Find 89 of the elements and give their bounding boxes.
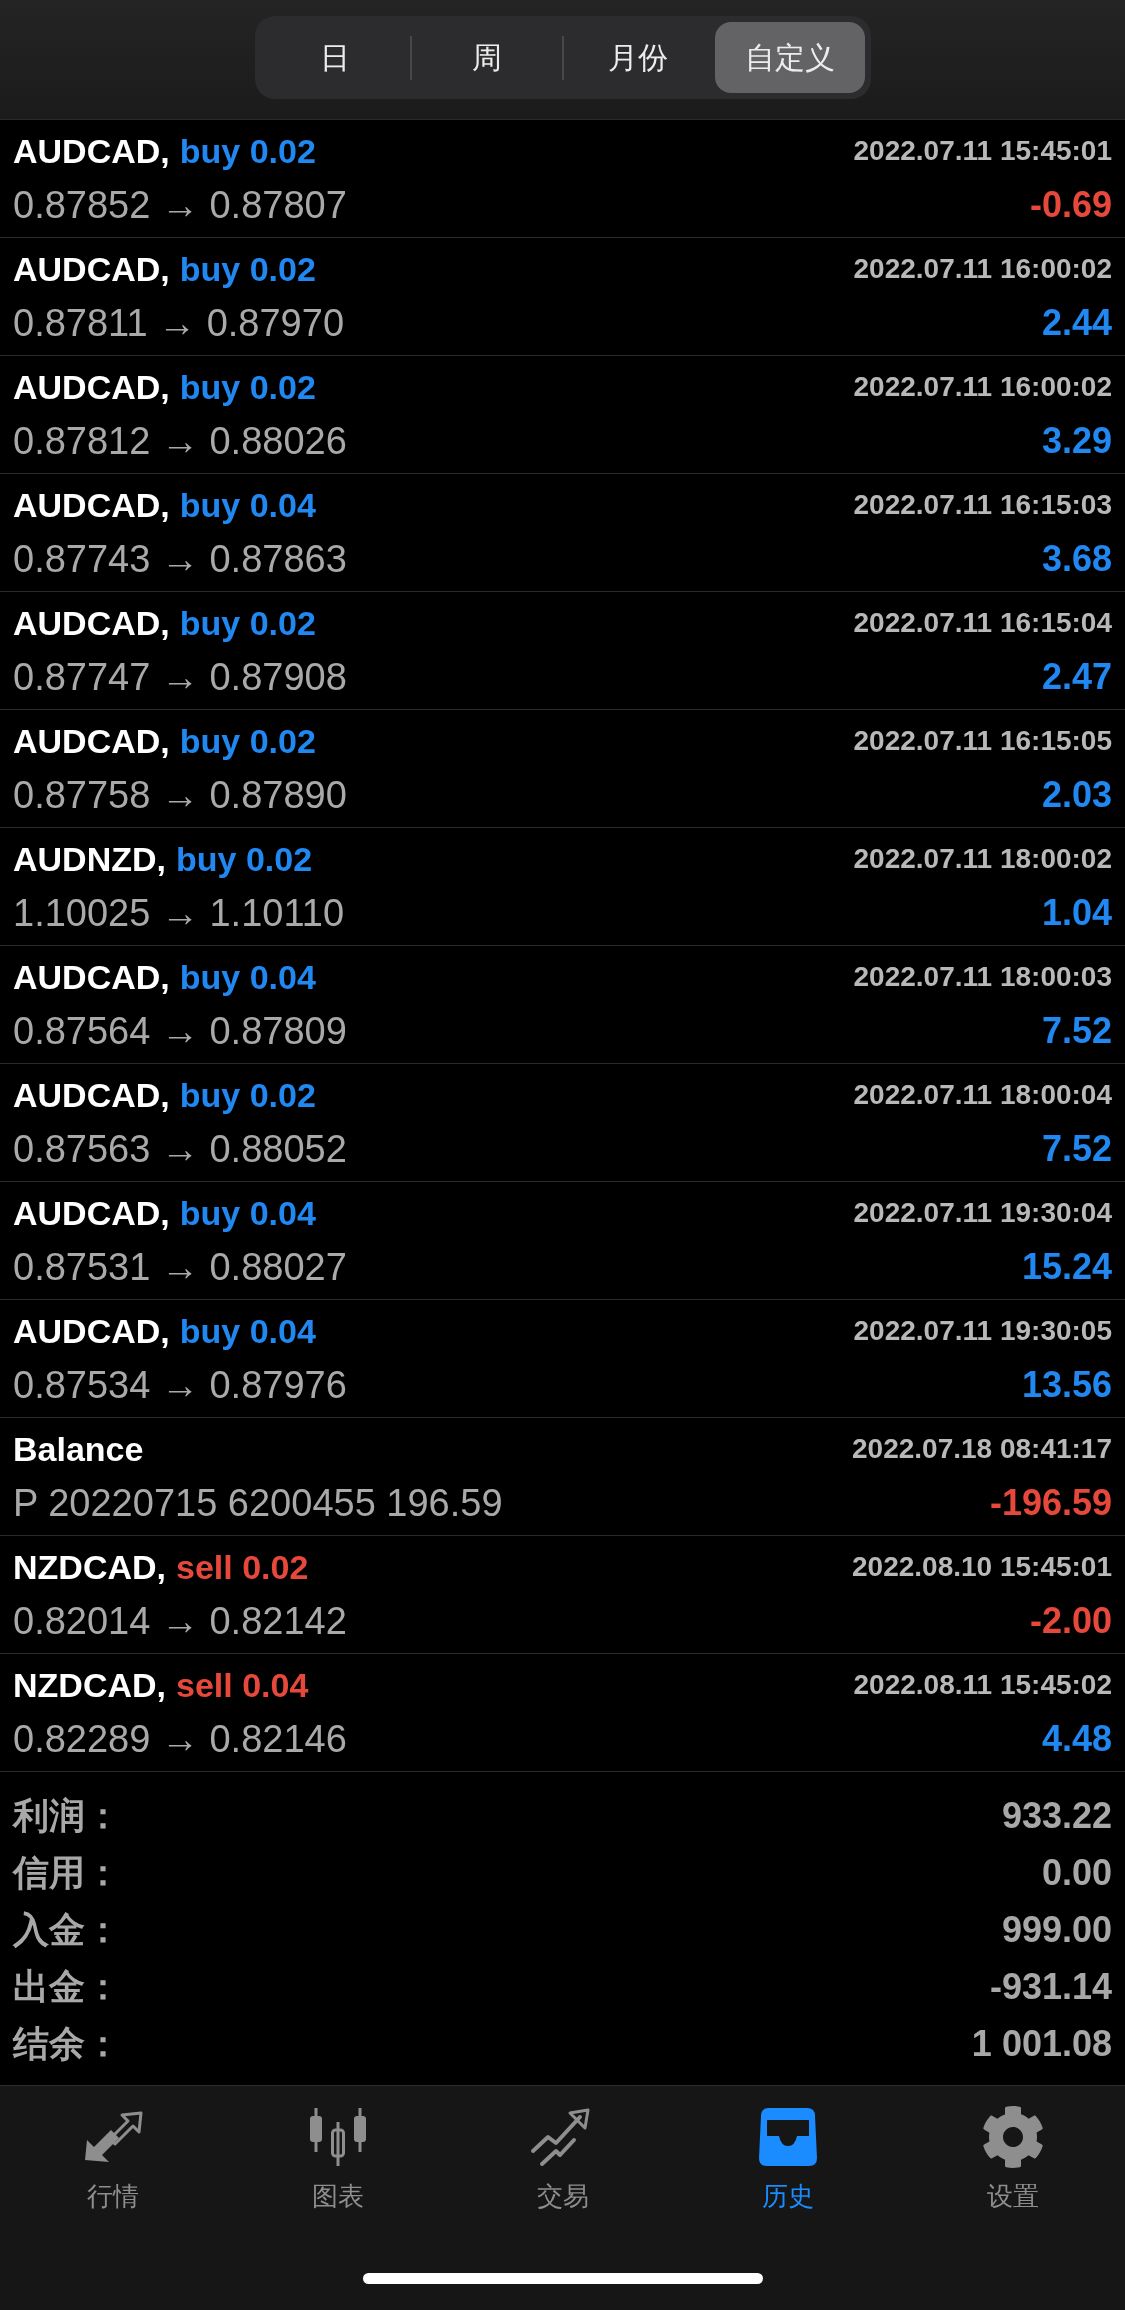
- deal-time: 2022.07.11 19:30:05: [853, 1317, 1112, 1345]
- order-label: buy 0.04: [179, 1196, 316, 1230]
- symbol-label: AUDCAD,: [13, 724, 170, 758]
- price-change: 0.87852 → 0.87807: [13, 186, 347, 224]
- segment-tab[interactable]: 自定义: [715, 22, 865, 93]
- symbol-label: AUDCAD,: [13, 1196, 170, 1230]
- symbol-label: NZDCAD,: [13, 1668, 166, 1702]
- symbol-label: AUDNZD,: [13, 842, 166, 876]
- order-label: buy 0.02: [179, 252, 316, 286]
- order-label: sell 0.04: [176, 1668, 309, 1702]
- price-change: P 20220715 6200455 196.59: [13, 1484, 503, 1522]
- profit-value: 1.04: [1041, 895, 1112, 931]
- deal-time: 2022.07.11 18:00:02: [853, 845, 1112, 873]
- nav-tab[interactable]: 交易: [450, 2104, 675, 2213]
- segment-tab[interactable]: 周: [412, 22, 562, 93]
- price-change: 0.87758 → 0.87890: [13, 776, 347, 814]
- symbol-label: Balance: [13, 1432, 144, 1466]
- order-label: buy 0.02: [176, 842, 313, 876]
- summary-value: 999.00: [1001, 1911, 1112, 1948]
- order-label: buy 0.02: [179, 370, 316, 404]
- nav-tab[interactable]: 行情: [0, 2104, 225, 2213]
- order-label: buy 0.04: [179, 1314, 316, 1348]
- symbol-label: NZDCAD,: [13, 1550, 166, 1584]
- profit-value: 15.24: [1021, 1249, 1112, 1285]
- symbol-label: AUDCAD,: [13, 960, 170, 994]
- profit-value: 13.56: [1021, 1367, 1112, 1403]
- nav-tab[interactable]: 历史: [675, 2104, 900, 2213]
- price-change: 0.87743 → 0.87863: [13, 540, 347, 578]
- profit-value: 7.52: [1041, 1131, 1112, 1167]
- summary-label: 出金：: [13, 1968, 121, 2005]
- price-change: 0.82014 → 0.82142: [13, 1602, 347, 1640]
- symbol-label: AUDCAD,: [13, 1314, 170, 1348]
- order-label: buy 0.02: [179, 134, 316, 168]
- profit-value: -196.59: [989, 1485, 1112, 1521]
- deal-time: 2022.07.11 16:00:02: [853, 255, 1112, 283]
- symbol-label: AUDCAD,: [13, 252, 170, 286]
- profit-value: 4.48: [1041, 1721, 1112, 1757]
- summary-value: -931.14: [989, 1968, 1112, 2005]
- profit-value: 2.03: [1041, 777, 1112, 813]
- settings-icon: [980, 2105, 1045, 2169]
- symbol-label: AUDCAD,: [13, 1078, 170, 1112]
- symbol-label: AUDCAD,: [13, 488, 170, 522]
- order-label: buy 0.04: [179, 488, 316, 522]
- summary-value: 0.00: [1041, 1854, 1112, 1891]
- profit-value: -0.69: [1029, 187, 1112, 223]
- symbol-label: AUDCAD,: [13, 370, 170, 404]
- order-label: buy 0.02: [179, 606, 316, 640]
- price-change: 0.82289 → 0.82146: [13, 1720, 347, 1758]
- summary-value: 933.22: [1001, 1797, 1112, 1834]
- deal-time: 2022.08.11 15:45:02: [853, 1671, 1112, 1699]
- segment-tab[interactable]: 日: [260, 22, 410, 93]
- profit-value: 2.44: [1041, 305, 1112, 341]
- profit-value: 2.47: [1041, 659, 1112, 695]
- symbol-label: AUDCAD,: [13, 134, 170, 168]
- deal-time: 2022.07.11 18:00:03: [853, 963, 1112, 991]
- segment-tab[interactable]: 月份: [563, 22, 713, 93]
- deal-time: 2022.07.11 16:15:03: [853, 491, 1112, 519]
- profit-value: 3.68: [1041, 541, 1112, 577]
- deal-time: 2022.07.11 16:15:04: [853, 609, 1112, 637]
- price-change: 0.87811 → 0.87970: [13, 304, 344, 342]
- symbol-label: AUDCAD,: [13, 606, 170, 640]
- summary-label: 入金：: [13, 1911, 121, 1948]
- profit-value: 3.29: [1041, 423, 1112, 459]
- price-change: 0.87747 → 0.87908: [13, 658, 347, 696]
- deal-time: 2022.07.11 19:30:04: [853, 1199, 1112, 1227]
- nav-tab[interactable]: 设置: [900, 2104, 1125, 2213]
- deal-time: 2022.07.18 08:41:17: [852, 1435, 1112, 1463]
- deal-time: 2022.07.11 16:00:02: [853, 373, 1112, 401]
- profit-value: 7.52: [1041, 1013, 1112, 1049]
- deal-time: 2022.08.10 15:45:01: [852, 1553, 1112, 1581]
- summary-label: 信用：: [13, 1854, 121, 1891]
- price-change: 1.10025 → 1.10110: [13, 894, 344, 932]
- summary-label: 结余：: [13, 2025, 121, 2062]
- price-change: 0.87812 → 0.88026: [13, 422, 347, 460]
- deal-time: 2022.07.11 16:15:05: [853, 727, 1112, 755]
- profit-value: -2.00: [1029, 1603, 1112, 1639]
- order-label: buy 0.02: [179, 724, 316, 758]
- order-label: buy 0.04: [179, 960, 316, 994]
- price-change: 0.87563 → 0.88052: [13, 1130, 347, 1168]
- deal-time: 2022.07.11 18:00:04: [853, 1081, 1112, 1109]
- summary-label: 利润：: [13, 1797, 121, 1834]
- order-label: sell 0.02: [176, 1550, 309, 1584]
- deal-time: 2022.07.11 15:45:01: [853, 137, 1112, 165]
- nav-tab[interactable]: 图表: [225, 2104, 450, 2213]
- price-change: 0.87531 → 0.88027: [13, 1248, 347, 1286]
- order-label: buy 0.02: [179, 1078, 316, 1112]
- price-change: 0.87534 → 0.87976: [13, 1366, 347, 1404]
- price-change: 0.87564 → 0.87809: [13, 1012, 347, 1050]
- summary-value: 1 001.08: [971, 2025, 1112, 2062]
